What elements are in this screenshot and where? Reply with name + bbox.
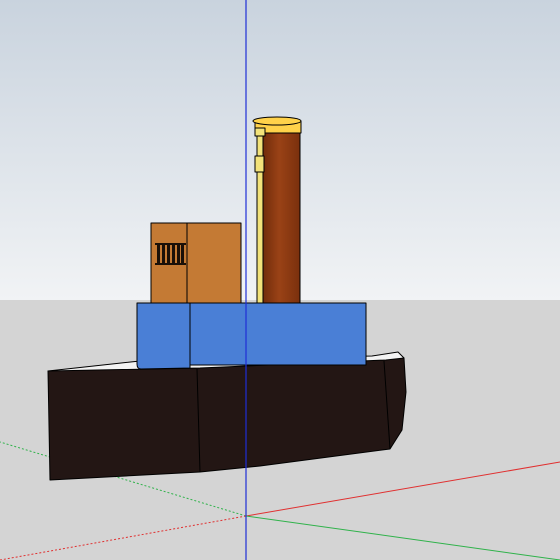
funnel: [261, 126, 301, 304]
cabin-side: [189, 302, 367, 366]
funnel-cap: [252, 116, 302, 126]
steam-pipe-joint: [254, 127, 266, 137]
steam-pipe-collar: [254, 155, 265, 173]
3d-scene[interactable]: [0, 0, 560, 560]
sketchup-viewport[interactable]: [0, 0, 560, 560]
cabin-front: [136, 302, 191, 370]
